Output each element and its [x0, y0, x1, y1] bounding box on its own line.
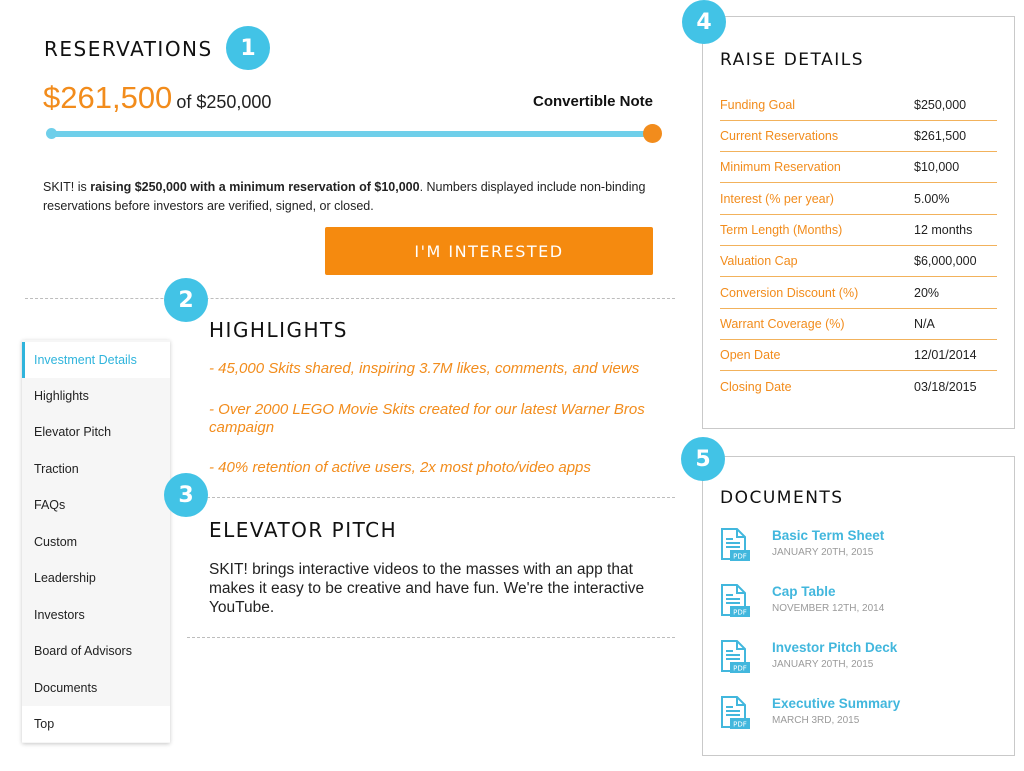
pdf-file-icon[interactable]: PDF — [720, 528, 750, 562]
sidebar-item-board-of-advisors[interactable]: Board of Advisors — [22, 633, 170, 669]
raise-value: $261,500 — [914, 129, 967, 143]
sidebar-item-documents[interactable]: Documents — [22, 670, 170, 706]
raise-label: Closing Date — [720, 380, 792, 394]
raise-label: Open Date — [720, 348, 781, 362]
divider — [187, 497, 675, 498]
progress-start-marker — [46, 128, 57, 139]
sidebar-item-leadership[interactable]: Leadership — [22, 560, 170, 596]
reservation-amount: $261,500 of $250,000 — [43, 80, 271, 116]
document-link-basic-term-sheet[interactable]: Basic Term Sheet — [772, 528, 884, 543]
raise-value: 12 months — [914, 223, 973, 237]
elevator-pitch-text: SKIT! brings interactive videos to the m… — [209, 561, 645, 616]
documents-title: DOCUMENTS — [720, 488, 844, 508]
elevator-pitch-title: ELEVATOR PITCH — [209, 518, 398, 542]
raise-value: 12/01/2014 — [914, 348, 977, 362]
raise-label: Warrant Coverage (%) — [720, 317, 845, 331]
step-badge-4: 4 — [682, 0, 726, 44]
step-badge-1: 1 — [226, 26, 270, 70]
divider — [25, 298, 675, 299]
raise-value: 5.00% — [914, 192, 950, 206]
raise-details-title: RAISE DETAILS — [720, 50, 865, 70]
raise-value: $250,000 — [914, 98, 967, 112]
desc-bold: raising $250,000 with a minimum reservat… — [90, 180, 420, 194]
raise-label: Current Reservations — [720, 129, 839, 143]
highlight-item: - 45,000 Skits shared, inspiring 3.7M li… — [209, 360, 640, 377]
document-link-cap-table[interactable]: Cap Table — [772, 584, 836, 599]
document-link-investor-pitch-deck[interactable]: Investor Pitch Deck — [772, 640, 897, 655]
raise-label: Interest (% per year) — [720, 192, 834, 206]
goal-amount: of $250,000 — [176, 92, 272, 112]
raise-label: Term Length (Months) — [720, 223, 843, 237]
desc-prefix: SKIT! is — [43, 180, 91, 194]
pdf-file-icon[interactable]: PDF — [720, 696, 750, 730]
pdf-label: PDF — [733, 665, 747, 673]
sidebar-item-top[interactable]: Top — [22, 706, 170, 742]
raise-value: 20% — [914, 286, 940, 300]
highlight-item: - Over 2000 LEGO Movie Skits created for… — [209, 401, 645, 436]
reserved-amount: $261,500 — [43, 80, 173, 115]
highlight-item: - 40% retention of active users, 2x most… — [209, 459, 591, 476]
raise-row: Open Date 12/01/2014 — [720, 340, 997, 371]
pdf-file-icon[interactable]: PDF — [720, 640, 750, 674]
raise-row: Valuation Cap $6,000,000 — [720, 246, 997, 277]
document-date: MARCH 3RD, 2015 — [772, 715, 860, 726]
raise-row: Interest (% per year) 5.00% — [720, 184, 997, 215]
divider — [187, 637, 675, 638]
reservation-description: SKIT! is raising $250,000 with a minimum… — [43, 178, 653, 216]
reservation-progress-bar — [50, 131, 650, 137]
raise-label: Conversion Discount (%) — [720, 286, 859, 300]
sidebar-item-investment-details[interactable]: Investment Details — [22, 342, 170, 378]
raise-label: Valuation Cap — [720, 254, 798, 268]
step-badge-5: 5 — [681, 437, 725, 481]
pdf-label: PDF — [733, 721, 747, 729]
raise-row: Term Length (Months) 12 months — [720, 215, 997, 246]
raise-row: Warrant Coverage (%) N/A — [720, 309, 997, 340]
sidebar-item-investors[interactable]: Investors — [22, 597, 170, 633]
step-badge-2: 2 — [164, 278, 208, 322]
document-date: NOVEMBER 12TH, 2014 — [772, 603, 885, 614]
highlights-title: HIGHLIGHTS — [209, 318, 348, 342]
sidebar-item-elevator-pitch[interactable]: Elevator Pitch — [22, 414, 170, 450]
sidebar-item-traction[interactable]: Traction — [22, 451, 170, 487]
reservations-title: RESERVATIONS — [44, 37, 213, 61]
raise-label: Minimum Reservation — [720, 160, 841, 174]
raise-row: Closing Date 03/18/2015 — [720, 372, 997, 403]
sidebar-item-faqs[interactable]: FAQs — [22, 487, 170, 523]
document-date: JANUARY 20TH, 2015 — [772, 547, 874, 558]
raise-value: 03/18/2015 — [914, 380, 977, 394]
raise-row: Conversion Discount (%) 20% — [720, 278, 997, 309]
pdf-file-icon[interactable]: PDF — [720, 584, 750, 618]
note-type-label: Convertible Note — [532, 93, 653, 110]
raise-value: N/A — [914, 317, 935, 331]
raise-row: Funding Goal $250,000 — [720, 90, 997, 121]
section-nav-sidebar: Investment Details Highlights Elevator P… — [22, 340, 170, 743]
step-badge-3: 3 — [164, 473, 208, 517]
interested-button[interactable]: I'M INTERESTED — [325, 227, 653, 275]
sidebar-item-custom[interactable]: Custom — [22, 524, 170, 560]
pdf-label: PDF — [733, 609, 747, 617]
raise-row: Minimum Reservation $10,000 — [720, 152, 997, 183]
raise-row: Current Reservations $261,500 — [720, 121, 997, 152]
document-link-executive-summary[interactable]: Executive Summary — [772, 696, 900, 711]
progress-end-marker — [643, 124, 662, 143]
raise-label: Funding Goal — [720, 98, 796, 112]
sidebar-item-highlights[interactable]: Highlights — [22, 378, 170, 414]
raise-value: $10,000 — [914, 160, 960, 174]
pdf-label: PDF — [733, 553, 747, 561]
document-date: JANUARY 20TH, 2015 — [772, 659, 874, 670]
raise-value: $6,000,000 — [914, 254, 977, 268]
